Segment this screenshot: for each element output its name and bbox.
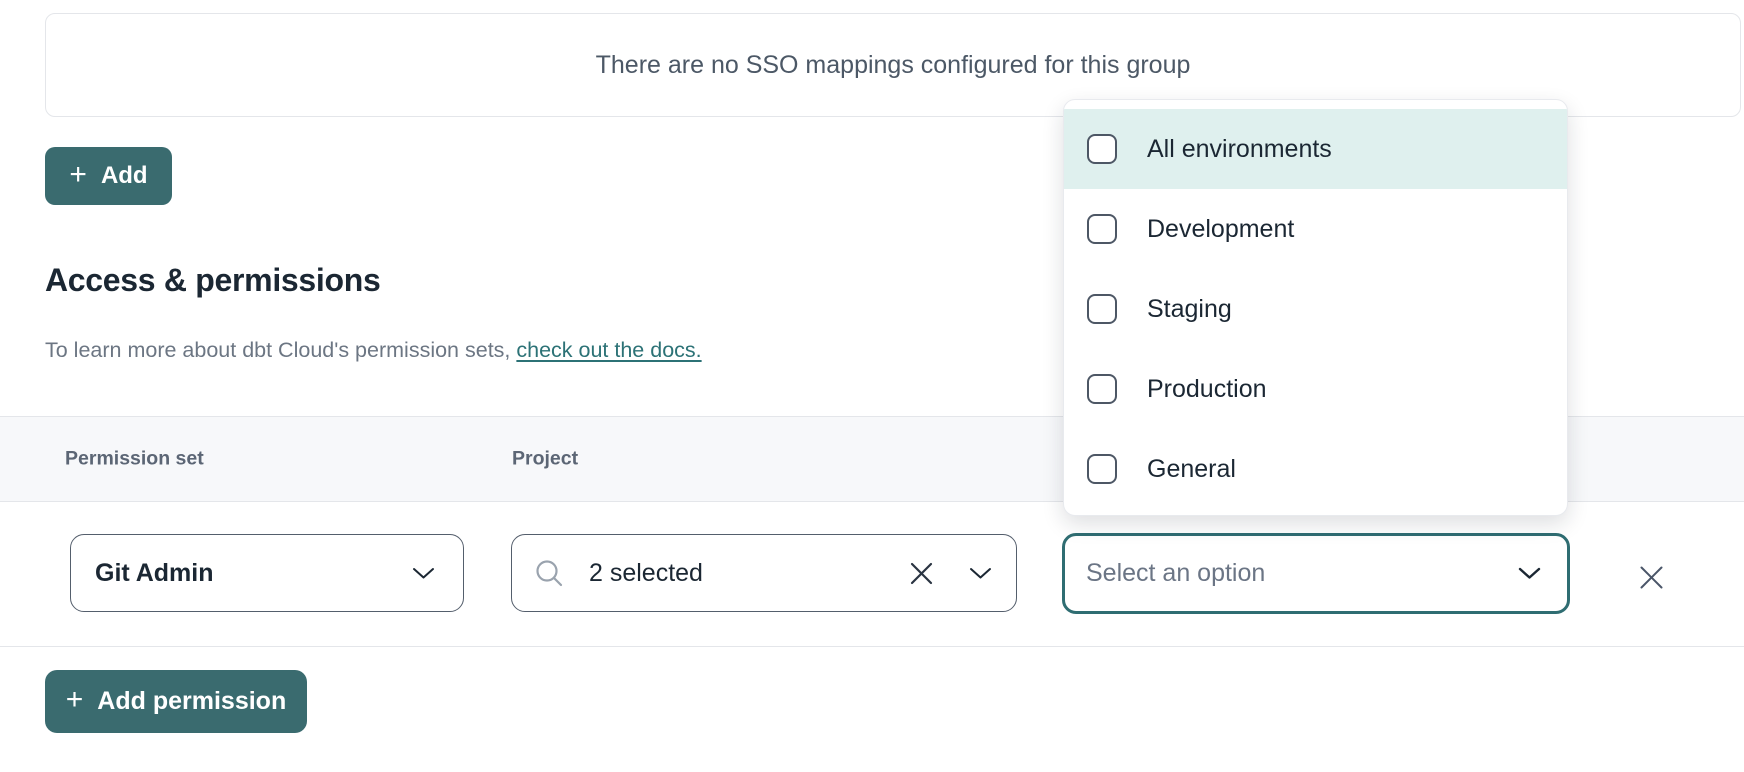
docs-link[interactable]: check out the docs. [516, 338, 701, 362]
chevron-down-icon [1518, 567, 1541, 580]
environment-dropdown-menu: All environments Development Staging Pro… [1063, 99, 1568, 516]
option-label: Production [1147, 375, 1267, 404]
add-permission-label: Add permission [97, 687, 286, 716]
page-title: Access & permissions [45, 262, 381, 299]
option-label: Staging [1147, 295, 1232, 324]
dropdown-option-general[interactable]: General [1064, 429, 1567, 509]
project-select[interactable]: 2 selected [511, 534, 1017, 612]
description-text: To learn more about dbt Cloud's permissi… [45, 338, 516, 362]
add-sso-mapping-button[interactable]: + Add [45, 147, 172, 205]
add-button-label: Add [101, 162, 148, 190]
plus-icon: + [66, 685, 84, 715]
section-description: To learn more about dbt Cloud's permissi… [45, 338, 702, 363]
environment-select[interactable]: Select an option [1062, 533, 1570, 614]
search-icon [534, 558, 565, 589]
option-label: General [1147, 455, 1236, 484]
column-header-permission-set: Permission set [65, 448, 204, 471]
permission-set-value: Git Admin [95, 559, 412, 588]
checkbox-unchecked[interactable] [1087, 214, 1117, 244]
dropdown-option-all-environments[interactable]: All environments [1064, 109, 1567, 189]
checkbox-unchecked[interactable] [1087, 134, 1117, 164]
checkbox-unchecked[interactable] [1087, 374, 1117, 404]
add-permission-button[interactable]: + Add permission [45, 670, 307, 733]
chevron-down-icon [969, 567, 992, 580]
option-label: Development [1147, 215, 1294, 244]
plus-icon: + [69, 160, 87, 190]
dropdown-option-staging[interactable]: Staging [1064, 269, 1567, 349]
dropdown-option-production[interactable]: Production [1064, 349, 1567, 429]
clear-selection-icon[interactable] [908, 560, 935, 587]
checkbox-unchecked[interactable] [1087, 294, 1117, 324]
table-row: Git Admin 2 selected Select an option [0, 502, 1744, 647]
checkbox-unchecked[interactable] [1087, 454, 1117, 484]
dropdown-option-development[interactable]: Development [1064, 189, 1567, 269]
permission-set-select[interactable]: Git Admin [70, 534, 464, 612]
delete-row-icon[interactable] [1634, 560, 1668, 594]
project-select-value: 2 selected [589, 559, 908, 588]
option-label: All environments [1147, 135, 1332, 164]
column-header-project: Project [512, 448, 578, 471]
environment-select-placeholder: Select an option [1086, 559, 1518, 588]
chevron-down-icon [412, 567, 435, 580]
sso-empty-message: There are no SSO mappings configured for… [596, 51, 1191, 80]
